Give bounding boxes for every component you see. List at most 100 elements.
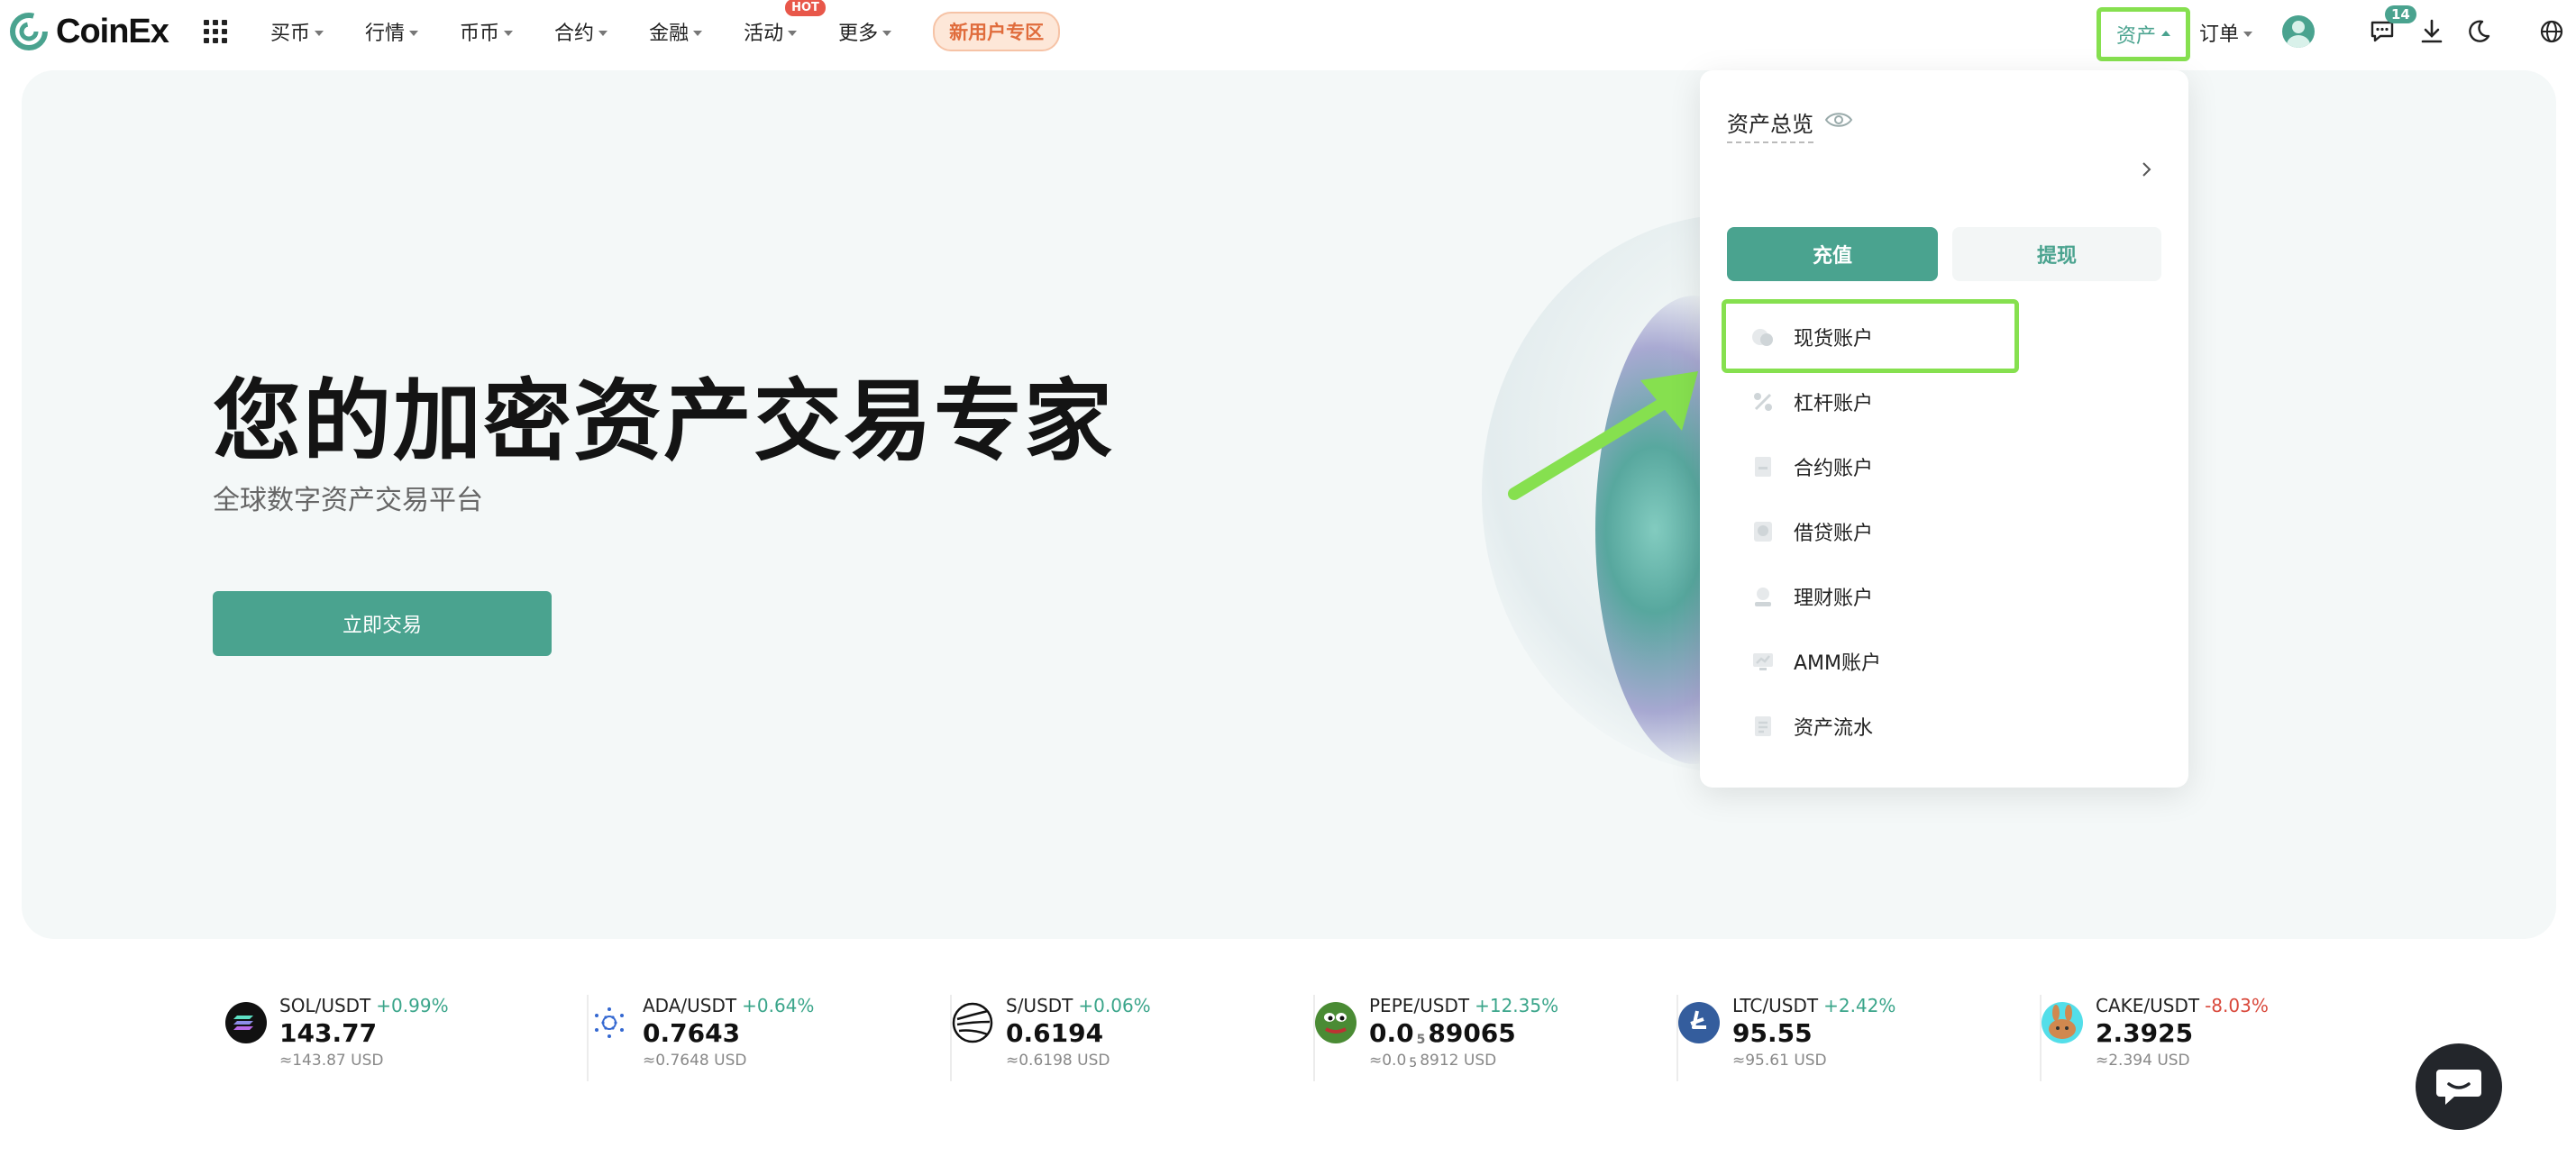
menu-item-more[interactable]: 更多 [838, 17, 892, 46]
pepe-icon [1315, 1002, 1357, 1043]
account-item-spot[interactable]: 现货账户 [1722, 299, 2160, 373]
menu-item-futures[interactable]: 合约 [554, 17, 608, 46]
assets-label: 资产 [2115, 25, 2156, 48]
caret-down-icon [315, 30, 324, 36]
sol-icon [225, 1002, 267, 1043]
financial-account-icon [1755, 588, 1771, 606]
caret-down-icon [882, 30, 892, 36]
top-nav: CoinEx 买币 行情 币币 合约 金融 活动 HOT 更多 新用户专区 资产 … [0, 0, 2576, 63]
hero-title: 您的加密资产交易专家 [213, 370, 1115, 473]
menu-label: 买币 [270, 23, 311, 45]
apps-grid-icon[interactable] [204, 20, 227, 43]
caret-down-icon [693, 30, 703, 36]
ticker-usd: ≈2.394 USD [2096, 1052, 2190, 1070]
coinex-logo-icon [10, 13, 48, 50]
orders-menu-button[interactable]: 订单 [2199, 18, 2253, 47]
ticker-change: +0.06% [1078, 995, 1151, 1016]
account-item-label: AMM账户 [1794, 652, 1882, 675]
menu-item-spot[interactable]: 币币 [460, 17, 514, 46]
coinex-logo[interactable]: CoinEx [9, 11, 169, 52]
menu-item-buy-crypto[interactable]: 买币 [270, 17, 324, 46]
menu-label: 币币 [460, 23, 500, 45]
ticker-ltc[interactable]: LTC/USDT +2.42% 95.55 ≈95.61 USD [1678, 995, 2042, 1081]
ticker-pepe[interactable]: PEPE/USDT +12.35% 0.0 5 89065 ≈0.0 5 8912 USD [1315, 995, 1678, 1081]
account-item-label: 杠杆账户 [1794, 393, 1874, 415]
ticker-bar: SOL/USDT +0.99% 143.77 ≈143.87 USD ADA/US… [225, 995, 2407, 1081]
ticker-change: +0.99% [376, 995, 449, 1016]
account-item-financial[interactable]: 理财账户 [1727, 564, 2160, 629]
ticker-usd: ≈95.61 USD [1732, 1052, 1827, 1070]
ticker-pair: LTC/USDT [1732, 995, 1819, 1016]
withdraw-button[interactable]: 提现 [1952, 227, 2161, 281]
ticker-price: 95.55 [1732, 1018, 1813, 1048]
ticker-change: +12.35% [1475, 995, 1559, 1016]
ticker-price: 0.0 5 89065 [1369, 1018, 1516, 1048]
annotation-arrow-icon [1508, 371, 1698, 500]
download-icon[interactable] [2419, 18, 2444, 45]
caret-down-icon [409, 30, 419, 36]
ticker-s[interactable]: S/USDT +0.06% 0.6194 ≈0.6198 USD [952, 995, 1315, 1081]
logo-text: CoinEx [56, 12, 169, 50]
deposit-button[interactable]: 充值 [1727, 227, 1938, 281]
caret-up-icon [2161, 30, 2170, 36]
account-item-label: 理财账户 [1794, 588, 1874, 610]
menu-label: 更多 [838, 23, 879, 45]
ticker-usd: ≈0.7648 USD [643, 1052, 747, 1070]
menu-item-activities[interactable]: 活动 HOT [744, 0, 826, 46]
account-list: 现货账户 杠杆账户 合约账户 借贷账户 理财账户 AMM账户 资产流水 [1722, 299, 2160, 759]
trade-now-button[interactable]: 立即交易 [213, 591, 552, 656]
orders-label: 订单 [2199, 23, 2240, 46]
menu-label: 活动 [744, 23, 784, 45]
eye-icon[interactable] [1824, 110, 1853, 130]
globe-icon[interactable] [2538, 18, 2565, 45]
ticker-price: 0.6194 [1006, 1018, 1104, 1048]
menu-item-markets[interactable]: 行情 [365, 17, 419, 46]
chat-bubble-icon [2436, 1070, 2481, 1105]
account-item-amm[interactable]: AMM账户 [1727, 629, 2160, 694]
futures-account-icon [1755, 457, 1771, 477]
ltc-icon [1678, 1002, 1720, 1043]
menu-label: 金融 [649, 23, 690, 45]
ticker-ada[interactable]: ADA/USDT +0.64% 0.7643 ≈0.7648 USD [589, 995, 952, 1081]
ticker-cake[interactable]: CAKE/USDT -8.03% 2.3925 ≈2.394 USD [2042, 995, 2405, 1081]
assets-overview-title[interactable]: 资产总览 [1727, 106, 1813, 143]
caret-down-icon [2243, 31, 2253, 37]
account-item-label: 现货账户 [1794, 328, 1874, 351]
main-menu: 买币 行情 币币 合约 金融 活动 HOT 更多 新用户专区 [270, 0, 1061, 63]
hot-badge: HOT [785, 0, 826, 16]
assets-menu-button[interactable]: 资产 [2096, 7, 2190, 61]
assets-dropdown: 资产总览 充值 提现 现货账户 杠杆账户 合约账户 借贷账户 理财账户 AMM账… [1700, 70, 2188, 788]
ticker-pair: SOL/USDT [279, 995, 371, 1016]
account-item-label: 资产流水 [1794, 717, 1874, 740]
s-icon [952, 1002, 993, 1043]
ticker-change: +2.42% [1823, 995, 1896, 1016]
moon-icon[interactable] [2466, 18, 2491, 43]
support-chat-button[interactable] [2416, 1043, 2502, 1130]
account-item-loan[interactable]: 借贷账户 [1727, 499, 2160, 564]
asset-history-icon [1755, 716, 1771, 736]
account-item-label: 合约账户 [1794, 458, 1874, 480]
caret-down-icon [598, 30, 608, 36]
ticker-price: 2.3925 [2096, 1018, 2194, 1048]
new-user-zone-button[interactable]: 新用户专区 [933, 12, 1061, 51]
ticker-price: 143.77 [279, 1018, 378, 1048]
account-item-margin[interactable]: 杠杆账户 [1727, 369, 2160, 434]
ticker-pair: S/USDT [1006, 995, 1073, 1016]
ticker-pair: CAKE/USDT [2096, 995, 2200, 1016]
chevron-right-icon[interactable] [2140, 160, 2154, 178]
spot-account-icon [1752, 329, 1773, 346]
margin-account-icon [1754, 393, 1772, 411]
hero-subtitle: 全球数字资产交易平台 [213, 485, 483, 516]
ticker-pair: PEPE/USDT [1369, 995, 1470, 1016]
ticker-price: 0.7643 [643, 1018, 741, 1048]
account-item-asset-history[interactable]: 资产流水 [1727, 694, 2160, 759]
message-count-badge: 14 [2385, 5, 2416, 23]
account-item-label: 借贷账户 [1794, 523, 1874, 545]
menu-item-finance[interactable]: 金融 [649, 17, 703, 46]
menu-label: 行情 [365, 23, 406, 45]
amm-account-icon [1753, 653, 1773, 670]
ticker-usd: ≈0.0 5 8912 USD [1369, 1052, 1497, 1070]
avatar[interactable] [2282, 15, 2315, 48]
ticker-sol[interactable]: SOL/USDT +0.99% 143.77 ≈143.87 USD [225, 995, 589, 1081]
account-item-futures[interactable]: 合约账户 [1727, 434, 2160, 499]
